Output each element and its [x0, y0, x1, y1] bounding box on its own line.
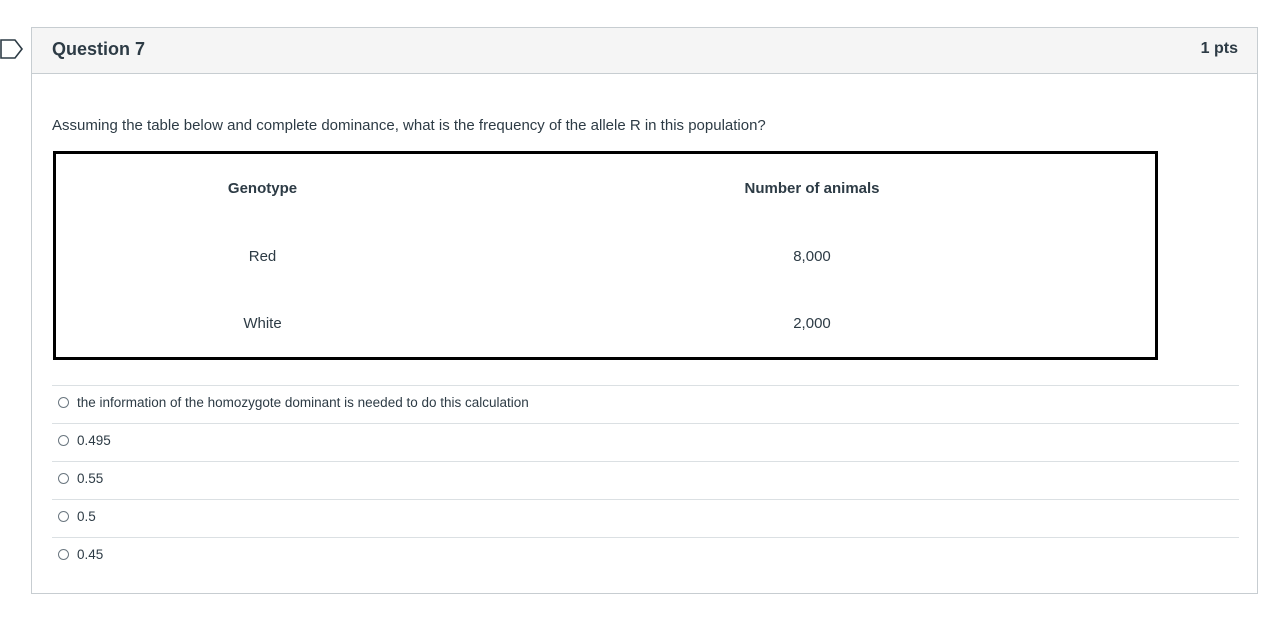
table-cell-count: 8,000	[793, 248, 831, 265]
table-cell-count: 2,000	[793, 315, 831, 333]
question-points: 1 pts	[1200, 40, 1238, 57]
answer-option[interactable]: 0.45	[52, 537, 1239, 575]
table-header-row: Genotype Number of animals	[55, 153, 1157, 223]
radio-button[interactable]	[58, 511, 69, 522]
table-row: Red 8,000	[55, 223, 1157, 291]
radio-button[interactable]	[58, 549, 69, 560]
answer-label[interactable]: 0.45	[77, 547, 103, 562]
radio-button[interactable]	[58, 435, 69, 446]
radio-button[interactable]	[58, 473, 69, 484]
answer-option[interactable]: the information of the homozygote domina…	[52, 385, 1239, 423]
question-header: Question 7 1 pts	[32, 28, 1257, 74]
answer-label[interactable]: 0.5	[77, 509, 96, 524]
table-header-genotype: Genotype	[227, 179, 298, 197]
table-cell-genotype: White	[243, 315, 282, 333]
question-title: Question 7	[52, 39, 146, 59]
flag-question-icon[interactable]	[0, 39, 24, 59]
answer-label[interactable]: the information of the homozygote domina…	[77, 395, 529, 410]
answer-list: the information of the homozygote domina…	[52, 385, 1239, 575]
answer-option[interactable]: 0.55	[52, 461, 1239, 499]
question-text: Assuming the table below and complete do…	[52, 117, 766, 134]
answer-option[interactable]: 0.495	[52, 423, 1239, 461]
question-card: Question 7 1 pts Assuming the table belo…	[31, 27, 1258, 594]
radio-button[interactable]	[58, 397, 69, 408]
answer-label[interactable]: 0.55	[77, 471, 103, 486]
table-header-count: Number of animals	[744, 179, 880, 197]
answer-option[interactable]: 0.5	[52, 499, 1239, 537]
genotype-table: Genotype Number of animals Red 8,000 Whi…	[53, 151, 1158, 360]
table-cell-genotype: Red	[248, 248, 277, 265]
table-row: White 2,000	[55, 291, 1157, 359]
answer-label[interactable]: 0.495	[77, 433, 111, 448]
